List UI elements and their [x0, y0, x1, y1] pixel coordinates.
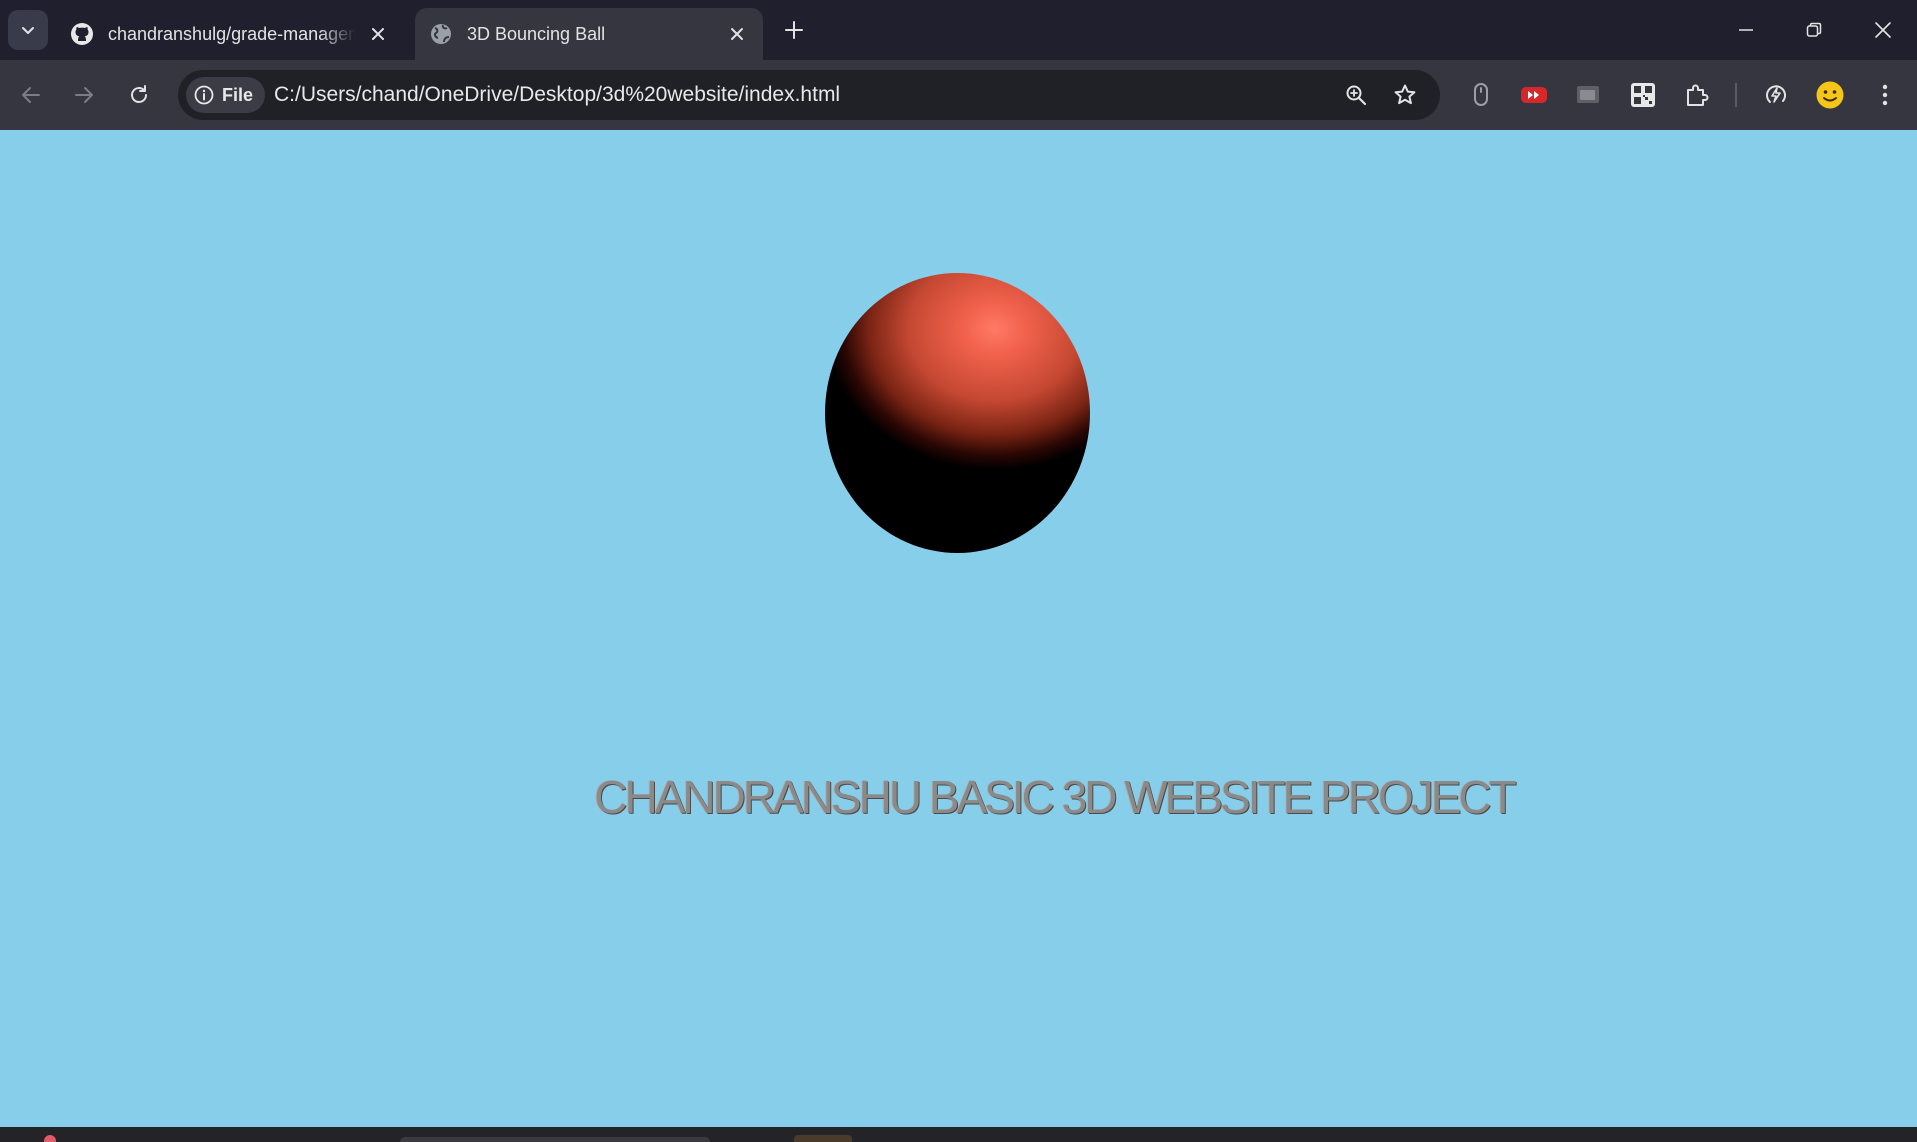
toolbar-divider — [1735, 83, 1737, 107]
taskbar-search[interactable] — [400, 1137, 710, 1142]
tab-search-button[interactable] — [8, 10, 48, 50]
taskbar-app-icon[interactable] — [794, 1135, 852, 1142]
tab-github[interactable]: chandranshulg/grade-management — [58, 8, 402, 60]
url-text[interactable]: C:/Users/chand/OneDrive/Desktop/3d%20web… — [274, 70, 840, 120]
tab-3d-bouncing-ball[interactable]: 3D Bouncing Ball — [415, 8, 763, 60]
browser-toolbar: File C:/Users/chand/OneDrive/Desktop/3d%… — [0, 60, 1917, 130]
star-icon — [1394, 84, 1416, 105]
more-vert-icon — [1882, 84, 1888, 106]
address-bar[interactable]: File C:/Users/chand/OneDrive/Desktop/3d%… — [178, 70, 1440, 120]
github-icon — [70, 22, 94, 46]
bouncing-ball — [825, 273, 1090, 553]
youtube-extension-button[interactable] — [1517, 78, 1551, 112]
forward-arrow-icon — [75, 87, 93, 103]
os-taskbar — [0, 1127, 1917, 1142]
close-window-button[interactable] — [1861, 10, 1905, 50]
picture-in-picture-icon — [1577, 86, 1599, 103]
youtube-extension-icon — [1521, 87, 1547, 103]
close-icon — [1875, 22, 1891, 38]
new-tab-button[interactable] — [778, 14, 810, 46]
close-tab-icon[interactable] — [725, 22, 749, 46]
zoom-button[interactable] — [1340, 79, 1372, 111]
back-button[interactable] — [11, 75, 51, 115]
reload-icon — [131, 85, 147, 103]
zoom-in-icon — [1346, 85, 1367, 106]
qr-code-icon — [1631, 83, 1655, 107]
mouse-extension-button[interactable] — [1464, 78, 1498, 112]
chevron-down-icon — [22, 27, 34, 34]
project-title-text: CHANDRANSHU BASIC 3D WEBSITE PROJECT — [594, 771, 1516, 823]
extensions-puzzle-icon — [1687, 84, 1709, 106]
restore-button[interactable] — [1792, 10, 1836, 50]
reload-button[interactable] — [119, 75, 159, 115]
taskbar-app-icon[interactable] — [44, 1135, 56, 1142]
close-tab-icon[interactable] — [366, 22, 390, 46]
tab-strip: chandranshulg/grade-management 3D Bounci… — [0, 0, 1917, 60]
qr-extension-button[interactable] — [1626, 78, 1660, 112]
extensions-button[interactable] — [1680, 78, 1714, 112]
back-arrow-icon — [22, 87, 40, 103]
globe-icon — [429, 22, 453, 46]
performance-icon — [1766, 85, 1786, 103]
restore-icon — [1806, 22, 1822, 37]
pip-extension-button[interactable] — [1571, 78, 1605, 112]
plus-icon — [785, 21, 803, 39]
forward-button[interactable] — [64, 75, 104, 115]
minimize-button[interactable] — [1724, 10, 1768, 50]
performance-button[interactable] — [1759, 78, 1793, 112]
scheme-label: File — [222, 84, 254, 105]
browser-menu-button[interactable] — [1868, 78, 1902, 112]
smiley-profile-icon — [1816, 81, 1844, 109]
tab-title: 3D Bouncing Ball — [467, 23, 606, 44]
browser-window: chandranshulg/grade-management 3D Bounci… — [0, 0, 1917, 1142]
bookmark-button[interactable] — [1389, 79, 1421, 111]
site-info-chip[interactable]: File — [186, 77, 266, 113]
tab-title: chandranshulg/grade-management — [108, 23, 356, 44]
page-viewport: CHANDRANSHU BASIC 3D WEBSITE PROJECT — [0, 130, 1917, 1127]
info-icon — [194, 85, 214, 105]
minimize-icon — [1739, 29, 1753, 31]
profile-button[interactable] — [1813, 78, 1847, 112]
mouse-icon — [1474, 83, 1488, 106]
